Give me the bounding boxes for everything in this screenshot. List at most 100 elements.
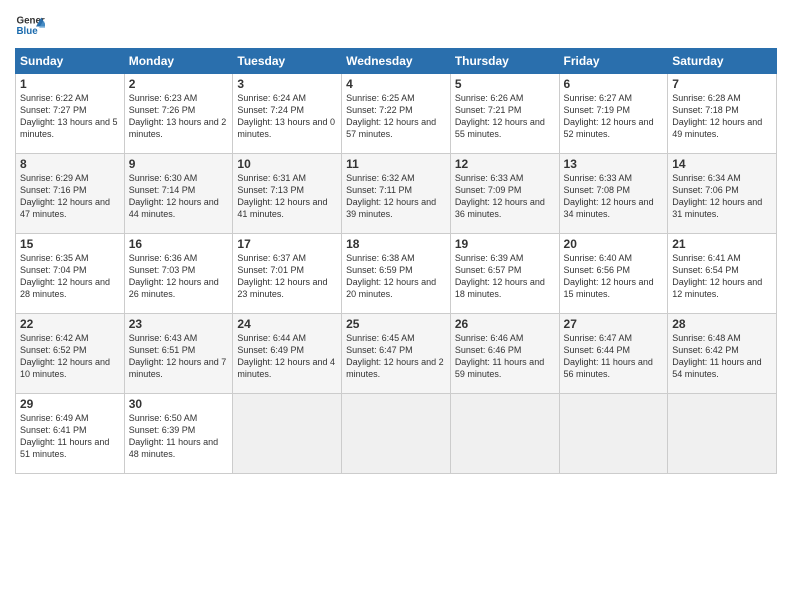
- day-number: 27: [564, 317, 664, 331]
- header: General Blue: [15, 10, 777, 40]
- day-info: Sunrise: 6:39 AMSunset: 6:57 PMDaylight:…: [455, 252, 555, 301]
- day-info: Sunrise: 6:43 AMSunset: 6:51 PMDaylight:…: [129, 332, 229, 381]
- day-info: Sunrise: 6:32 AMSunset: 7:11 PMDaylight:…: [346, 172, 446, 221]
- calendar-cell: 22Sunrise: 6:42 AMSunset: 6:52 PMDayligh…: [16, 314, 125, 394]
- day-info: Sunrise: 6:48 AMSunset: 6:42 PMDaylight:…: [672, 332, 772, 381]
- logo-icon: General Blue: [15, 10, 45, 40]
- calendar-cell: [450, 394, 559, 474]
- calendar-cell: 23Sunrise: 6:43 AMSunset: 6:51 PMDayligh…: [124, 314, 233, 394]
- calendar-cell: 6Sunrise: 6:27 AMSunset: 7:19 PMDaylight…: [559, 74, 668, 154]
- day-info: Sunrise: 6:49 AMSunset: 6:41 PMDaylight:…: [20, 412, 120, 461]
- day-number: 4: [346, 77, 446, 91]
- day-number: 1: [20, 77, 120, 91]
- calendar-cell: 21Sunrise: 6:41 AMSunset: 6:54 PMDayligh…: [668, 234, 777, 314]
- day-number: 18: [346, 237, 446, 251]
- day-info: Sunrise: 6:31 AMSunset: 7:13 PMDaylight:…: [237, 172, 337, 221]
- day-number: 29: [20, 397, 120, 411]
- day-info: Sunrise: 6:26 AMSunset: 7:21 PMDaylight:…: [455, 92, 555, 141]
- calendar-cell: 13Sunrise: 6:33 AMSunset: 7:08 PMDayligh…: [559, 154, 668, 234]
- day-number: 10: [237, 157, 337, 171]
- day-number: 23: [129, 317, 229, 331]
- day-number: 30: [129, 397, 229, 411]
- calendar-cell: 20Sunrise: 6:40 AMSunset: 6:56 PMDayligh…: [559, 234, 668, 314]
- calendar-cell: 19Sunrise: 6:39 AMSunset: 6:57 PMDayligh…: [450, 234, 559, 314]
- calendar-cell: [559, 394, 668, 474]
- calendar-cell: 28Sunrise: 6:48 AMSunset: 6:42 PMDayligh…: [668, 314, 777, 394]
- day-info: Sunrise: 6:40 AMSunset: 6:56 PMDaylight:…: [564, 252, 664, 301]
- weekday-header-thursday: Thursday: [450, 49, 559, 74]
- weekday-header-friday: Friday: [559, 49, 668, 74]
- calendar-cell: 30Sunrise: 6:50 AMSunset: 6:39 PMDayligh…: [124, 394, 233, 474]
- calendar-cell: 1Sunrise: 6:22 AMSunset: 7:27 PMDaylight…: [16, 74, 125, 154]
- day-info: Sunrise: 6:27 AMSunset: 7:19 PMDaylight:…: [564, 92, 664, 141]
- day-info: Sunrise: 6:42 AMSunset: 6:52 PMDaylight:…: [20, 332, 120, 381]
- calendar-cell: 2Sunrise: 6:23 AMSunset: 7:26 PMDaylight…: [124, 74, 233, 154]
- day-info: Sunrise: 6:29 AMSunset: 7:16 PMDaylight:…: [20, 172, 120, 221]
- calendar-cell: 8Sunrise: 6:29 AMSunset: 7:16 PMDaylight…: [16, 154, 125, 234]
- day-info: Sunrise: 6:24 AMSunset: 7:24 PMDaylight:…: [237, 92, 337, 141]
- svg-text:Blue: Blue: [17, 26, 39, 37]
- day-number: 19: [455, 237, 555, 251]
- day-number: 26: [455, 317, 555, 331]
- calendar-cell: 27Sunrise: 6:47 AMSunset: 6:44 PMDayligh…: [559, 314, 668, 394]
- calendar-cell: [668, 394, 777, 474]
- day-info: Sunrise: 6:37 AMSunset: 7:01 PMDaylight:…: [237, 252, 337, 301]
- day-number: 2: [129, 77, 229, 91]
- day-number: 11: [346, 157, 446, 171]
- day-number: 13: [564, 157, 664, 171]
- day-number: 28: [672, 317, 772, 331]
- day-number: 21: [672, 237, 772, 251]
- calendar-cell: 18Sunrise: 6:38 AMSunset: 6:59 PMDayligh…: [342, 234, 451, 314]
- day-info: Sunrise: 6:28 AMSunset: 7:18 PMDaylight:…: [672, 92, 772, 141]
- calendar-cell: 16Sunrise: 6:36 AMSunset: 7:03 PMDayligh…: [124, 234, 233, 314]
- calendar-cell: 12Sunrise: 6:33 AMSunset: 7:09 PMDayligh…: [450, 154, 559, 234]
- day-info: Sunrise: 6:35 AMSunset: 7:04 PMDaylight:…: [20, 252, 120, 301]
- day-number: 16: [129, 237, 229, 251]
- day-info: Sunrise: 6:33 AMSunset: 7:08 PMDaylight:…: [564, 172, 664, 221]
- day-number: 5: [455, 77, 555, 91]
- day-number: 6: [564, 77, 664, 91]
- day-number: 25: [346, 317, 446, 331]
- calendar-cell: 3Sunrise: 6:24 AMSunset: 7:24 PMDaylight…: [233, 74, 342, 154]
- calendar-cell: 14Sunrise: 6:34 AMSunset: 7:06 PMDayligh…: [668, 154, 777, 234]
- calendar-cell: 11Sunrise: 6:32 AMSunset: 7:11 PMDayligh…: [342, 154, 451, 234]
- calendar-cell: 26Sunrise: 6:46 AMSunset: 6:46 PMDayligh…: [450, 314, 559, 394]
- calendar-table: SundayMondayTuesdayWednesdayThursdayFrid…: [15, 48, 777, 474]
- calendar-cell: 25Sunrise: 6:45 AMSunset: 6:47 PMDayligh…: [342, 314, 451, 394]
- day-number: 3: [237, 77, 337, 91]
- day-number: 7: [672, 77, 772, 91]
- day-info: Sunrise: 6:50 AMSunset: 6:39 PMDaylight:…: [129, 412, 229, 461]
- weekday-header-monday: Monday: [124, 49, 233, 74]
- day-number: 22: [20, 317, 120, 331]
- day-number: 9: [129, 157, 229, 171]
- day-info: Sunrise: 6:30 AMSunset: 7:14 PMDaylight:…: [129, 172, 229, 221]
- calendar-cell: 17Sunrise: 6:37 AMSunset: 7:01 PMDayligh…: [233, 234, 342, 314]
- weekday-header-wednesday: Wednesday: [342, 49, 451, 74]
- calendar-cell: [342, 394, 451, 474]
- day-number: 8: [20, 157, 120, 171]
- day-number: 15: [20, 237, 120, 251]
- day-number: 12: [455, 157, 555, 171]
- calendar-cell: 5Sunrise: 6:26 AMSunset: 7:21 PMDaylight…: [450, 74, 559, 154]
- logo: General Blue: [15, 10, 45, 40]
- calendar-cell: 9Sunrise: 6:30 AMSunset: 7:14 PMDaylight…: [124, 154, 233, 234]
- day-number: 17: [237, 237, 337, 251]
- calendar-cell: 29Sunrise: 6:49 AMSunset: 6:41 PMDayligh…: [16, 394, 125, 474]
- day-info: Sunrise: 6:41 AMSunset: 6:54 PMDaylight:…: [672, 252, 772, 301]
- day-info: Sunrise: 6:45 AMSunset: 6:47 PMDaylight:…: [346, 332, 446, 381]
- day-info: Sunrise: 6:34 AMSunset: 7:06 PMDaylight:…: [672, 172, 772, 221]
- calendar-cell: 15Sunrise: 6:35 AMSunset: 7:04 PMDayligh…: [16, 234, 125, 314]
- weekday-header-sunday: Sunday: [16, 49, 125, 74]
- calendar-cell: 4Sunrise: 6:25 AMSunset: 7:22 PMDaylight…: [342, 74, 451, 154]
- day-info: Sunrise: 6:22 AMSunset: 7:27 PMDaylight:…: [20, 92, 120, 141]
- calendar-cell: 24Sunrise: 6:44 AMSunset: 6:49 PMDayligh…: [233, 314, 342, 394]
- calendar-cell: 7Sunrise: 6:28 AMSunset: 7:18 PMDaylight…: [668, 74, 777, 154]
- calendar-cell: 10Sunrise: 6:31 AMSunset: 7:13 PMDayligh…: [233, 154, 342, 234]
- day-info: Sunrise: 6:44 AMSunset: 6:49 PMDaylight:…: [237, 332, 337, 381]
- weekday-header-saturday: Saturday: [668, 49, 777, 74]
- day-info: Sunrise: 6:33 AMSunset: 7:09 PMDaylight:…: [455, 172, 555, 221]
- page-container: General Blue SundayMondayTuesdayWednesda…: [0, 0, 792, 484]
- day-info: Sunrise: 6:23 AMSunset: 7:26 PMDaylight:…: [129, 92, 229, 141]
- weekday-header-tuesday: Tuesday: [233, 49, 342, 74]
- day-info: Sunrise: 6:46 AMSunset: 6:46 PMDaylight:…: [455, 332, 555, 381]
